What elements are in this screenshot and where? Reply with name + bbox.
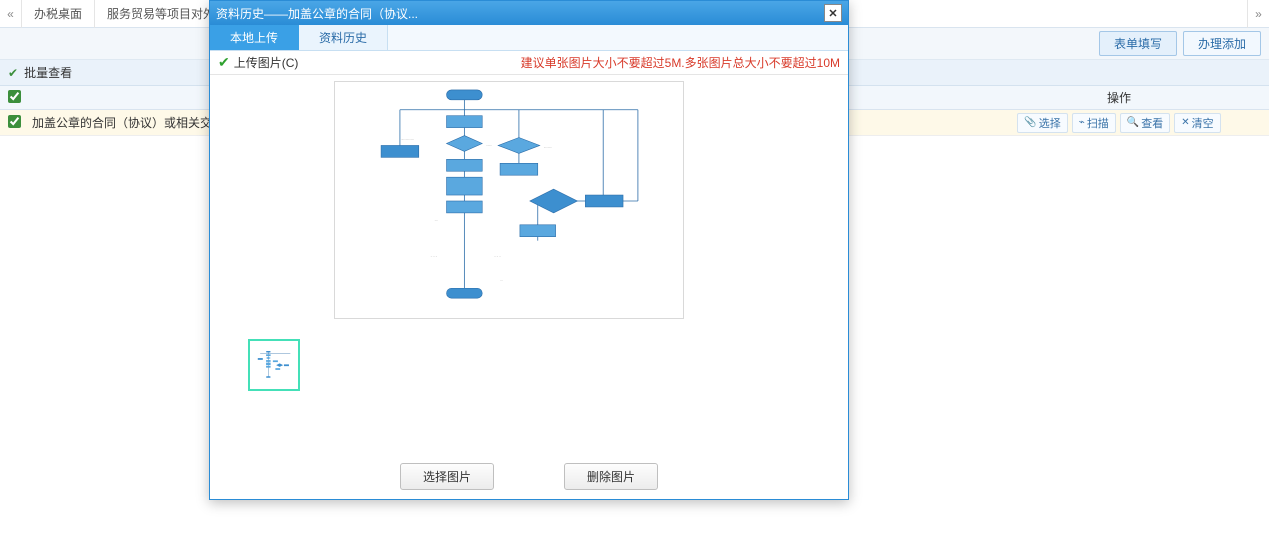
- tab-scroll-right[interactable]: »: [1247, 0, 1269, 28]
- modal-tabs: 本地上传 资料历史: [210, 25, 848, 51]
- tab-scroll-left[interactable]: «: [0, 0, 22, 28]
- material-history-modal: 资料历史——加盖公章的合同（协议... ✕ 本地上传 资料历史 ✔ 上传图片(C…: [209, 0, 849, 500]
- modal-tab-local-upload[interactable]: 本地上传: [210, 25, 299, 50]
- row-ops: 📎选择 ⌁扫描 🔍查看 ✕清空: [969, 113, 1269, 133]
- upload-warning: 建议单张图片大小不要超过5M.多张图片总大小不要超过10M: [521, 54, 840, 71]
- flowchart-image: .bx{fill:#3d8fcf;stroke:#2b6ca8;stroke-w…: [335, 82, 683, 318]
- tab-desktop[interactable]: 办税桌面: [22, 0, 95, 28]
- scan-icon: ⌁: [1079, 117, 1085, 128]
- choose-image-button[interactable]: 选择图片: [400, 463, 494, 490]
- modal-subbar: ✔ 上传图片(C) 建议单张图片大小不要超过5M.多张图片总大小不要超过10M: [210, 51, 848, 75]
- svg-text:................: ................: [401, 137, 414, 141]
- select-all-checkbox[interactable]: [8, 90, 21, 103]
- paperclip-icon: 📎: [1024, 117, 1036, 128]
- row-checkbox[interactable]: [8, 115, 21, 128]
- table-header-checkbox: [0, 90, 28, 106]
- op-clear[interactable]: ✕清空: [1174, 113, 1220, 133]
- op-scan[interactable]: ⌁扫描: [1072, 113, 1116, 133]
- search-icon: 🔍: [1127, 117, 1139, 128]
- op-select-label: 选择: [1039, 115, 1061, 131]
- svg-text:...: ...: [500, 277, 503, 281]
- check-icon: ✔: [218, 54, 230, 71]
- close-icon: ✕: [1181, 117, 1189, 128]
- svg-text:.......: .......: [486, 142, 492, 146]
- op-clear-label: 清空: [1192, 115, 1214, 131]
- op-view[interactable]: 🔍查看: [1120, 113, 1170, 133]
- svg-text:.. .. ..: .. .. ..: [431, 254, 438, 258]
- modal-footer: 选择图片 删除图片: [210, 453, 848, 499]
- svg-text:....: ....: [435, 218, 438, 222]
- form-fill-button[interactable]: 表单填写: [1099, 31, 1177, 56]
- modal-titlebar: 资料历史——加盖公章的合同（协议... ✕: [210, 1, 848, 25]
- image-thumbnail[interactable]: [248, 339, 300, 391]
- modal-tab-history[interactable]: 资料历史: [299, 25, 388, 50]
- delete-image-button[interactable]: 删除图片: [564, 463, 658, 490]
- modal-body: .bx{fill:#3d8fcf;stroke:#2b6ca8;stroke-w…: [210, 75, 848, 453]
- upload-label: 上传图片(C): [234, 54, 299, 71]
- image-preview: .bx{fill:#3d8fcf;stroke:#2b6ca8;stroke-w…: [334, 81, 684, 319]
- modal-close-button[interactable]: ✕: [824, 4, 842, 22]
- op-select[interactable]: 📎选择: [1017, 113, 1067, 133]
- modal-title-text: 资料历史——加盖公章的合同（协议...: [216, 5, 418, 22]
- table-header-ops: 操作: [969, 89, 1269, 106]
- op-scan-label: 扫描: [1087, 115, 1109, 131]
- op-view-label: 查看: [1141, 115, 1163, 131]
- svg-text:.. .. ..: .. .. ..: [494, 254, 501, 258]
- batch-view-label: 批量查看: [24, 64, 72, 81]
- svg-text:..........: ..........: [544, 144, 552, 148]
- check-icon: ✔: [8, 66, 18, 80]
- process-add-button[interactable]: 办理添加: [1183, 31, 1261, 56]
